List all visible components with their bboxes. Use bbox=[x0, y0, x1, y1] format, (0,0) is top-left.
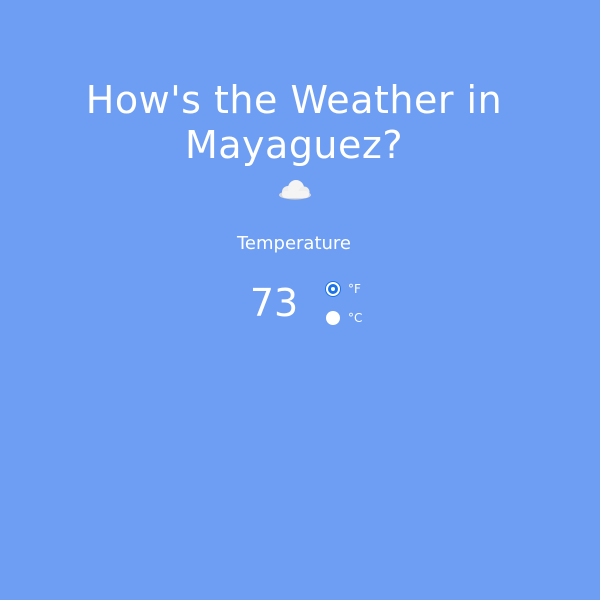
fahrenheit-radio[interactable] bbox=[326, 282, 340, 296]
celsius-label: °C bbox=[348, 311, 363, 325]
weather-page: How's the Weather in Mayaguez? Temperatu… bbox=[0, 0, 600, 600]
fahrenheit-label: °F bbox=[348, 282, 361, 296]
celsius-radio[interactable] bbox=[326, 311, 340, 325]
unit-option-celsius[interactable]: °C bbox=[326, 309, 362, 327]
page-title: How's the Weather in Mayaguez? bbox=[0, 78, 588, 168]
cloud-icon bbox=[279, 180, 311, 200]
temperature-value: 73 bbox=[249, 281, 299, 325]
title-line-1: How's the Weather in bbox=[85, 78, 503, 122]
unit-option-fahrenheit[interactable]: °F bbox=[326, 280, 361, 298]
temperature-label: Temperature bbox=[236, 233, 352, 254]
title-line-2: Mayaguez? bbox=[184, 123, 404, 167]
